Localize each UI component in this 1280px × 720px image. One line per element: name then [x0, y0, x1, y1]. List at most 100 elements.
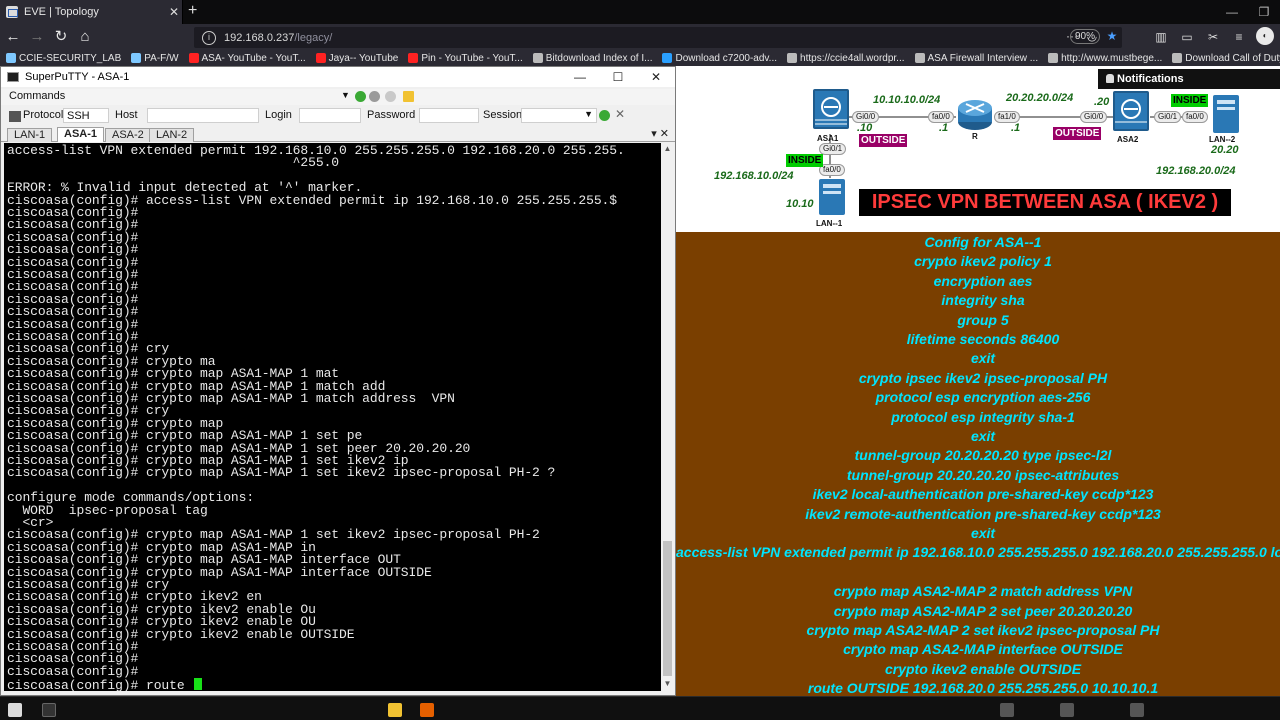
forward-icon[interactable]: →: [28, 28, 46, 46]
bookmark-item[interactable]: CCIE-SECURITY_LAB: [6, 53, 121, 64]
protocol-select[interactable]: SSH: [63, 108, 109, 123]
terminal-prompt-line[interactable]: ciscoasa(config)# route: [7, 678, 203, 691]
bookmark-item[interactable]: http://www.mustbege...: [1048, 53, 1162, 64]
network-icon[interactable]: [1060, 703, 1074, 717]
session-tabs: ▾ ✕ LAN-1 ASA-1 ASA-2 LAN-2: [1, 126, 675, 142]
bookmark-label: Download c7200-adv...: [675, 52, 778, 64]
session-tab-lan-2[interactable]: LAN-2: [149, 128, 195, 142]
sidebar-icon[interactable]: ▭: [1178, 27, 1196, 47]
settings-gear-icon[interactable]: [369, 91, 380, 102]
bookmark-favicon-icon: [188, 53, 199, 63]
config-line: access-list VPN extended permit ip 192.1…: [676, 544, 1280, 561]
bookmark-item[interactable]: https://ccie4all.wordpr...: [787, 53, 905, 64]
session-dropdown-icon[interactable]: ▼: [584, 109, 593, 119]
putty-maximize-icon[interactable]: ☐: [599, 67, 637, 87]
close-tab-icon[interactable]: ✕: [166, 5, 182, 19]
bookmark-star-icon[interactable]: ★: [1104, 27, 1120, 45]
asa2-host-label: .20: [1094, 96, 1110, 108]
lan2-fa00-port[interactable]: fa0/0: [1182, 111, 1208, 123]
session-select[interactable]: ▼: [521, 108, 597, 123]
protocol-label: Protocol: [23, 109, 64, 121]
terminal-scrollbar[interactable]: ▲ ▼: [661, 143, 674, 691]
session-tab-lan-1[interactable]: LAN-1: [7, 128, 53, 142]
bookmark-favicon-icon: [914, 53, 925, 63]
menu-icon[interactable]: ≡: [1230, 27, 1248, 47]
start-icon[interactable]: [8, 703, 22, 717]
volume-icon[interactable]: [1130, 703, 1144, 717]
putty-minimize-icon[interactable]: —: [561, 67, 599, 87]
bookmark-label: CCIE-SECURITY_LAB: [19, 52, 122, 64]
password-input[interactable]: [419, 108, 479, 123]
asa1-outside-tag: OUTSIDE: [859, 134, 908, 147]
host-input[interactable]: [147, 108, 259, 123]
scroll-down-icon[interactable]: ▼: [661, 679, 674, 688]
net-20-label: 20.20.20.0/24: [1006, 92, 1074, 104]
putty-app-icon: [7, 72, 19, 82]
session-tab-asa-1[interactable]: ASA-1: [57, 127, 105, 142]
new-tab-button[interactable]: +: [188, 2, 197, 20]
tabs-overflow-icons[interactable]: ▾ ✕: [651, 127, 669, 140]
page-actions-icon[interactable]: ···: [1064, 27, 1080, 45]
url-path: /legacy/: [294, 31, 333, 44]
connect-go-icon[interactable]: [599, 110, 610, 121]
session-tab-asa-2[interactable]: ASA-2: [105, 128, 151, 142]
back-icon[interactable]: ←: [4, 28, 22, 46]
bookmark-item[interactable]: Download Call of Duty...: [1172, 53, 1280, 64]
router-icon[interactable]: [956, 94, 994, 134]
pocket-icon[interactable]: ◡: [1084, 27, 1100, 45]
terminal-line: ^255.0: [7, 155, 340, 171]
config-line: exit: [970, 428, 996, 444]
r-host1-label: .1: [939, 122, 949, 134]
reload-icon[interactable]: ↻: [52, 28, 70, 46]
minimize-icon[interactable]: —: [1216, 0, 1248, 24]
send-command-icon[interactable]: [355, 91, 366, 102]
home-icon[interactable]: ⌂: [76, 28, 94, 46]
lan2-host-icon[interactable]: [1212, 94, 1240, 134]
firefox-icon[interactable]: [420, 703, 434, 717]
config-line: crypto ikev2 enable OUTSIDE: [884, 660, 1082, 677]
putty-title-bar: SuperPuTTY - ASA-1 — ☐ ✕: [1, 67, 675, 87]
explorer-icon[interactable]: [388, 703, 402, 717]
asa2-label: ASA2: [1117, 135, 1139, 144]
asa2-firewall-icon[interactable]: [1112, 90, 1150, 132]
folder-icon[interactable]: [403, 91, 414, 102]
lan1-host-icon[interactable]: [818, 178, 846, 216]
commands-dropdown-icon[interactable]: ▼: [341, 90, 350, 100]
tray-icon[interactable]: [1000, 703, 1014, 717]
terminal-cursor: [194, 678, 203, 691]
browser-tab[interactable]: EVE | Topology ✕: [0, 0, 183, 24]
scroll-thumb[interactable]: [663, 541, 672, 676]
site-info-icon[interactable]: i: [202, 30, 216, 45]
asa2-gi01-port[interactable]: Gi0/1: [1154, 111, 1182, 123]
clear-session-icon[interactable]: ✕: [615, 107, 625, 121]
config-line: route OUTSIDE 192.168.20.0 255.255.255.0…: [807, 680, 1159, 696]
search-icon[interactable]: [42, 703, 56, 717]
putty-close-icon[interactable]: ✕: [637, 67, 675, 87]
config-line: encryption aes: [933, 272, 1033, 289]
clear-icon[interactable]: [385, 91, 396, 102]
bookmark-item[interactable]: Pin - YouTube - YouT...: [408, 53, 523, 64]
account-avatar-icon[interactable]: ◐: [1256, 27, 1274, 45]
bookmark-item[interactable]: PA-F/W: [131, 53, 179, 64]
config-line: Config for ASA--1: [924, 234, 1042, 250]
bookmark-item[interactable]: Bitdownload Index of I...: [532, 52, 653, 64]
scroll-up-icon[interactable]: ▲: [661, 144, 674, 153]
bookmark-item[interactable]: ASA Firewall Interview ...: [914, 53, 1038, 64]
asa2-inside-tag: INSIDE: [1171, 94, 1209, 107]
bookmark-item[interactable]: Jaya-- YouTube: [315, 53, 398, 64]
bookmark-item[interactable]: Download c7200-adv...: [662, 53, 777, 64]
url-bar[interactable]: i 192.168.0.237/legacy/: [194, 27, 1122, 48]
bookmark-item[interactable]: ASA- YouTube - YouT...: [188, 52, 306, 64]
restore-icon[interactable]: ❐: [1248, 0, 1280, 24]
asa1-firewall-icon[interactable]: [812, 88, 850, 130]
asa2-gi00-port[interactable]: Gi0/0: [1080, 111, 1108, 123]
terminal-output[interactable]: access-list VPN extended permit 192.168.…: [4, 143, 661, 691]
bookmark-label: Bitdownload Index of I...: [545, 52, 653, 64]
login-input[interactable]: [299, 108, 361, 123]
bookmark-favicon-icon: [315, 53, 326, 63]
asa2-outside-tag: OUTSIDE: [1053, 127, 1102, 140]
screenshot-icon[interactable]: ✂: [1204, 27, 1222, 47]
library-icon[interactable]: ▥: [1152, 27, 1170, 47]
browser-nav-bar: ← → ↻ ⌂ i 192.168.0.237/legacy/ 90% ··· …: [0, 24, 1280, 50]
bookmark-label: ASA- YouTube - YouT...: [201, 52, 306, 64]
